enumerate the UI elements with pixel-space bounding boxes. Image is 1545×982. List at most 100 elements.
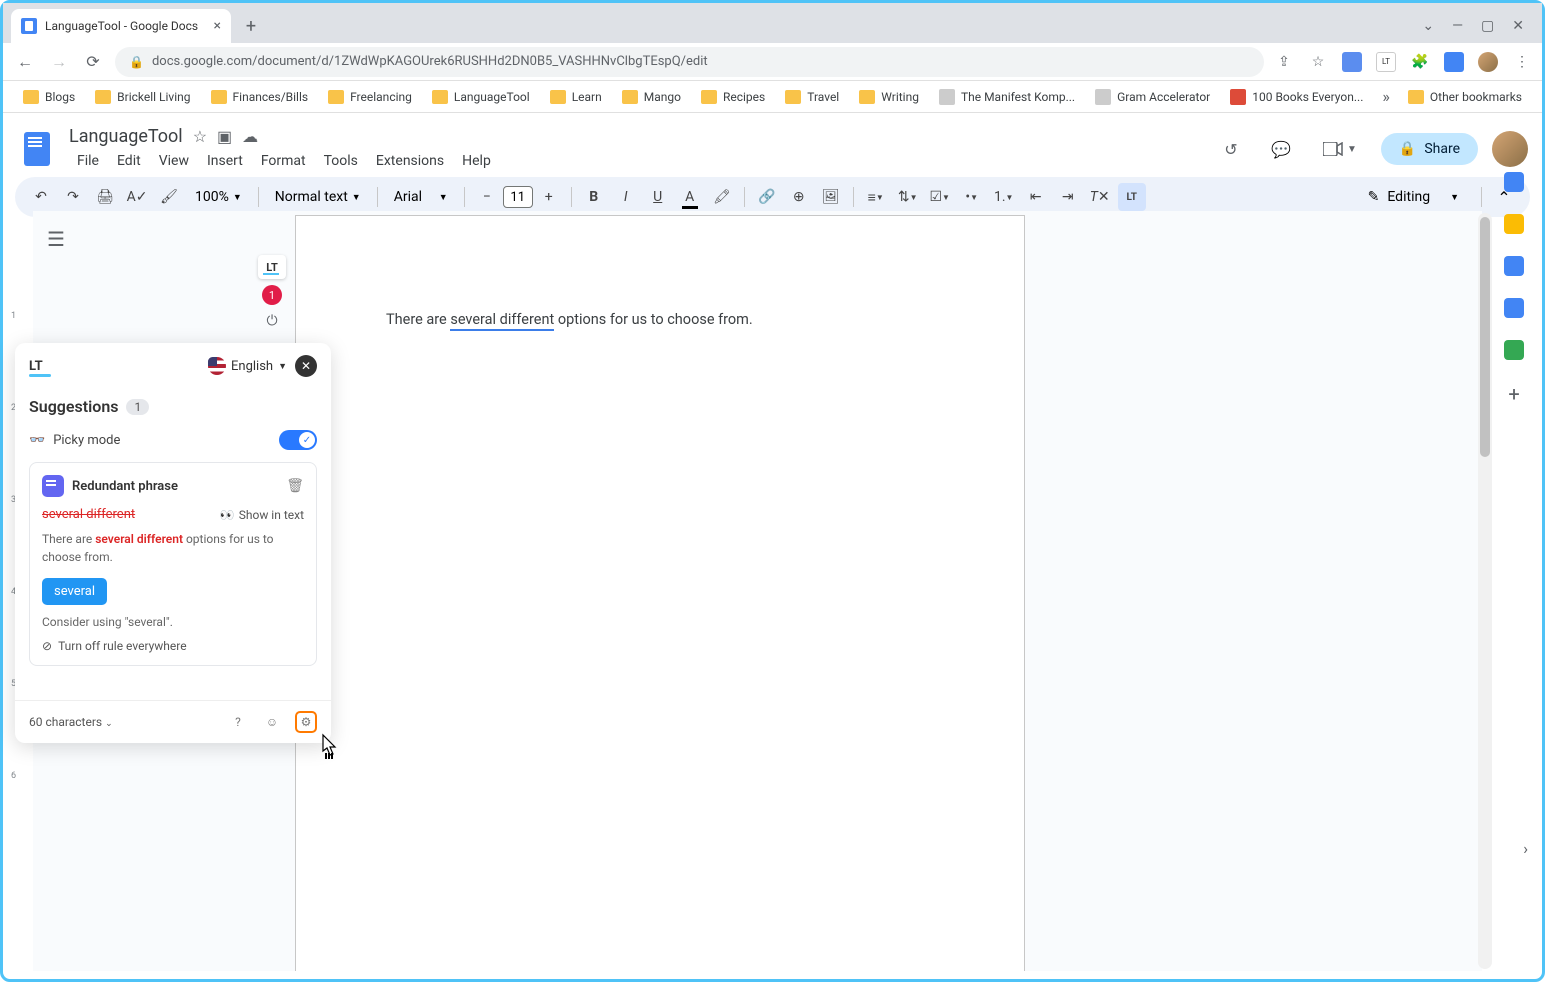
undo-button[interactable]: ↶: [27, 183, 55, 211]
win-close-icon[interactable]: ✕: [1512, 18, 1524, 34]
bookmark-item[interactable]: Mango: [614, 86, 689, 108]
share-page-icon[interactable]: ⇪: [1274, 52, 1294, 72]
font-size-input[interactable]: [503, 186, 533, 208]
lt-logo-badge[interactable]: [258, 255, 286, 279]
move-icon[interactable]: ▣: [217, 127, 232, 146]
menu-insert[interactable]: Insert: [199, 149, 251, 173]
font-size-increase[interactable]: +: [535, 183, 563, 211]
bookmark-item[interactable]: LanguageTool: [424, 86, 538, 108]
bookmark-star-icon[interactable]: ☆: [1308, 52, 1328, 72]
suggestion-replacement-button[interactable]: several: [42, 578, 107, 605]
align-button[interactable]: ≡ ▼: [862, 183, 890, 211]
keep-icon[interactable]: [1504, 214, 1524, 234]
bookmark-item[interactable]: The Manifest Komp...: [931, 85, 1083, 109]
ext-lt-icon[interactable]: LT: [1376, 52, 1396, 72]
bold-button[interactable]: B: [580, 183, 608, 211]
error-underline[interactable]: several different: [450, 311, 554, 331]
link-button[interactable]: 🔗: [753, 183, 781, 211]
menu-view[interactable]: View: [151, 149, 197, 173]
character-count[interactable]: 60 characters ⌄: [29, 715, 113, 729]
ext-icon-3[interactable]: [1444, 52, 1464, 72]
bookmark-item[interactable]: Finances/Bills: [203, 86, 317, 108]
outline-toggle-button[interactable]: ☰: [47, 227, 65, 251]
underline-button[interactable]: U: [644, 183, 672, 211]
redo-button[interactable]: ↷: [59, 183, 87, 211]
menu-tools[interactable]: Tools: [316, 149, 366, 173]
bookmark-item[interactable]: Blogs: [15, 86, 83, 108]
bookmark-item[interactable]: 100 Books Everyon...: [1222, 85, 1371, 109]
spellcheck-button[interactable]: A✓: [123, 183, 151, 211]
document-text[interactable]: There are several different options for …: [386, 311, 934, 328]
history-icon[interactable]: ↺: [1213, 131, 1249, 167]
picky-mode-toggle[interactable]: [279, 430, 317, 450]
forward-button[interactable]: →: [47, 52, 71, 72]
cloud-icon[interactable]: ☁: [242, 127, 258, 146]
comments-icon[interactable]: 💬: [1263, 131, 1299, 167]
browser-tab[interactable]: LanguageTool - Google Docs ×: [11, 9, 231, 43]
menu-help[interactable]: Help: [454, 149, 499, 173]
highlight-button[interactable]: 🖍: [708, 183, 736, 211]
tab-close-icon[interactable]: ×: [214, 18, 221, 34]
lt-issue-count[interactable]: 1: [262, 285, 282, 305]
checklist-button[interactable]: ☑ ▼: [926, 183, 954, 211]
menu-format[interactable]: Format: [253, 149, 314, 173]
profile-avatar[interactable]: [1492, 131, 1528, 167]
back-button[interactable]: ←: [13, 52, 37, 72]
reload-button[interactable]: ⟳: [81, 52, 105, 71]
bookmark-item[interactable]: Travel: [777, 86, 847, 108]
image-button[interactable]: 🖼: [817, 183, 845, 211]
docs-logo[interactable]: [17, 129, 57, 169]
bookmark-item[interactable]: Brickell Living: [87, 86, 198, 108]
zoom-dropdown[interactable]: 100% ▼: [187, 189, 250, 205]
bookmark-item[interactable]: Writing: [851, 86, 927, 108]
side-panel-expand-icon[interactable]: ›: [1523, 839, 1528, 858]
add-addon-button[interactable]: +: [1508, 382, 1519, 406]
indent-increase-button[interactable]: ⇥: [1054, 183, 1082, 211]
bookmark-item[interactable]: Recipes: [693, 86, 773, 108]
win-minimize-icon[interactable]: —: [1452, 18, 1463, 34]
bookmark-item[interactable]: Freelancing: [320, 86, 420, 108]
tasks-icon[interactable]: [1504, 256, 1524, 276]
ext-icon-1[interactable]: [1342, 52, 1362, 72]
bullet-list-button[interactable]: • ▼: [958, 183, 986, 211]
new-tab-button[interactable]: +: [237, 12, 265, 40]
document-page[interactable]: There are several different options for …: [295, 215, 1025, 971]
numbered-list-button[interactable]: 1. ▼: [990, 183, 1018, 211]
language-selector[interactable]: English ▼: [208, 357, 287, 375]
text-color-button[interactable]: A: [676, 183, 704, 211]
indent-decrease-button[interactable]: ⇤: [1022, 183, 1050, 211]
browser-menu-icon[interactable]: ⋮: [1512, 52, 1532, 72]
settings-icon[interactable]: ⚙: [295, 711, 317, 733]
star-icon[interactable]: ☆: [193, 127, 207, 146]
close-panel-button[interactable]: ✕: [295, 355, 317, 377]
menu-extensions[interactable]: Extensions: [368, 149, 452, 173]
paint-format-button[interactable]: 🖌: [155, 183, 183, 211]
show-in-text-button[interactable]: 👀 Show in text: [220, 508, 304, 522]
turn-off-rule-button[interactable]: ⊘ Turn off rule everywhere: [42, 639, 304, 653]
lt-toolbar-button[interactable]: LT: [1118, 183, 1146, 211]
bookmarks-more-button[interactable]: »: [1382, 87, 1390, 106]
meet-button[interactable]: ▼: [1313, 136, 1367, 162]
dismiss-suggestion-button[interactable]: 🗑: [286, 478, 304, 494]
url-input[interactable]: 🔒 docs.google.com/document/d/1ZWdWpKAGOU…: [115, 47, 1264, 77]
profile-avatar-small[interactable]: [1478, 52, 1498, 72]
share-button[interactable]: 🔒 Share: [1381, 133, 1478, 165]
font-size-decrease[interactable]: −: [473, 183, 501, 211]
editing-mode-dropdown[interactable]: ✎ Editing ▼: [1354, 185, 1473, 209]
document-title[interactable]: LanguageTool: [69, 126, 183, 147]
menu-file[interactable]: File: [69, 149, 107, 173]
bookmark-item[interactable]: Learn: [542, 86, 610, 108]
clear-format-button[interactable]: T✕: [1086, 183, 1114, 211]
add-comment-button[interactable]: ⊕: [785, 183, 813, 211]
calendar-icon[interactable]: [1504, 172, 1524, 192]
print-button[interactable]: 🖨: [91, 183, 119, 211]
contacts-icon[interactable]: [1504, 298, 1524, 318]
font-dropdown[interactable]: Arial ▼: [386, 189, 456, 205]
feedback-icon[interactable]: ☺: [261, 711, 283, 733]
italic-button[interactable]: I: [612, 183, 640, 211]
maps-icon[interactable]: [1504, 340, 1524, 360]
style-dropdown[interactable]: Normal text ▼: [267, 189, 369, 205]
help-icon[interactable]: ?: [227, 711, 249, 733]
other-bookmarks[interactable]: Other bookmarks: [1400, 86, 1530, 108]
line-spacing-button[interactable]: ⇅ ▼: [894, 183, 922, 211]
